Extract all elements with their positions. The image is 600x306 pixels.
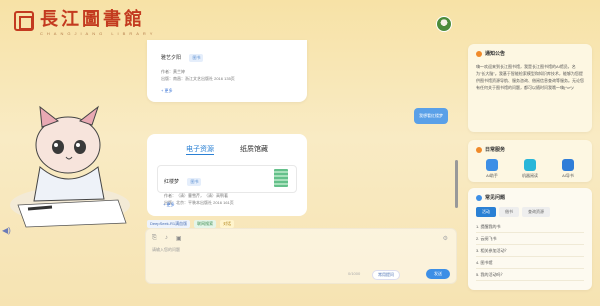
mascot-illustration (10, 105, 130, 228)
web-search-chip[interactable]: 联网搜索 (194, 220, 217, 228)
notice-text: 嗨～欢迎来到长江图书馆，我是长江图书馆的AI馆员，名为"长大脑"。我基于智能检索… (476, 64, 584, 90)
library-logo-icon (14, 11, 34, 31)
attachment-icon[interactable]: ⎘ (152, 235, 157, 242)
faq-panel: 常见问题 活动 借书 查询资源 1. 提醒我的书 2. 云阅飞书 3. 相关参加… (468, 188, 592, 290)
char-counter: 0/1000 (348, 271, 361, 276)
book-author: 作者：黄兰婷 (161, 69, 185, 74)
reading-icon (524, 159, 536, 171)
book-cover-thumbnail[interactable] (274, 169, 288, 187)
book-publisher: 出版：南昌：浙江文艺出版社 2016 135页 (161, 76, 235, 81)
ai-assistant-icon (486, 159, 498, 171)
chat-input[interactable]: 请输入您的问题 (152, 247, 180, 253)
dialog-chip[interactable]: 对话 (220, 220, 235, 228)
book-author: 作者：（清）曹雪芹，（清）高鹗著 (164, 193, 228, 198)
tab-e-resources[interactable]: 电子资源 (186, 144, 214, 155)
user-avatar[interactable] (436, 16, 452, 32)
guide-icon (562, 159, 574, 171)
services-title: 日常服务 (485, 147, 506, 153)
notice-icon (476, 50, 482, 57)
book-result-card: 雅艺夕阳 图书 作者：黄兰婷 出版：南昌：浙江文艺出版社 2016 135页 +… (147, 40, 307, 102)
brand-title: 長江圖書館 (40, 9, 145, 30)
notice-title: 通知公告 (485, 51, 506, 57)
book-title[interactable]: 红楼梦 (164, 179, 179, 185)
common-questions-button[interactable]: 常用提问 (372, 270, 400, 280)
book-type-tag: 图书 (189, 54, 204, 62)
faq-title: 常见问题 (485, 195, 506, 201)
brand-logo: 長江圖書館 CHANGJIANG LIBRARY (14, 10, 156, 36)
faq-item[interactable]: 2. 云阅飞书 (476, 233, 584, 245)
voice-icon[interactable]: ♪ (165, 235, 168, 242)
resource-result-card: 电子资源 纸质馆藏 红楼梦 图书 作者：（清）曹雪芹，（清）高鹗著 出版：北京：… (147, 134, 307, 216)
faq-icon (476, 194, 482, 201)
model-chips: DeepSeek-R1满血版 联网搜索 对话 (147, 220, 235, 228)
service-machine-reading[interactable]: 机器阅读 (522, 159, 538, 179)
speaker-icon[interactable]: ◀) (2, 226, 11, 235)
notice-panel: 通知公告 嗨～欢迎来到长江图书馆，我是长江图书馆的AI馆员，名为"长大脑"。我基… (468, 44, 592, 132)
book-title[interactable]: 雅艺夕阳 (161, 55, 181, 61)
chat-scrollbar[interactable] (455, 160, 458, 208)
book-publisher: 出版：北京：平装本出版社 2016 161页 (164, 200, 234, 205)
faq-tab-activities[interactable]: 活动 (476, 207, 496, 217)
brand-subtitle: CHANGJIANG LIBRARY (40, 31, 157, 36)
send-button[interactable]: 发送 (426, 269, 450, 279)
settings-icon[interactable]: ⚙ (443, 235, 448, 242)
services-panel: 日常服务 AI助手 机器阅读 AI导书 (468, 140, 592, 182)
chat-input-box[interactable]: ⎘ ♪ ▣ ⚙ 请输入您的问题 0/1000 常用提问 发送 (145, 228, 457, 284)
user-message-bubble: 我想看红楼梦 (414, 108, 448, 124)
image-icon[interactable]: ▣ (176, 235, 182, 242)
faq-tab-resources[interactable]: 查询资源 (522, 207, 550, 217)
service-ai-guide[interactable]: AI导书 (562, 159, 574, 179)
service-ai-assistant[interactable]: AI助手 (486, 159, 498, 179)
faq-item[interactable]: 5. 我的活动吗？ (476, 269, 584, 281)
faq-tab-borrow[interactable]: 借书 (499, 207, 519, 217)
service-icon (476, 146, 482, 153)
book-result-item[interactable]: 红楼梦 图书 作者：（清）曹雪芹，（清）高鹗著 出版：北京：平装本出版社 201… (157, 165, 297, 205)
more-link[interactable]: + 更多 (161, 88, 172, 94)
tab-print-holdings[interactable]: 纸质馆藏 (240, 144, 268, 155)
faq-item[interactable]: 4. 图书馆 (476, 257, 584, 269)
faq-item[interactable]: 1. 提醒我的书 (476, 221, 584, 233)
more-link[interactable]: + 更多 (163, 202, 174, 208)
faq-item[interactable]: 3. 相关参加活动？ (476, 245, 584, 257)
model-chip[interactable]: DeepSeek-R1满血版 (147, 220, 191, 228)
book-type-tag: 图书 (187, 178, 202, 186)
